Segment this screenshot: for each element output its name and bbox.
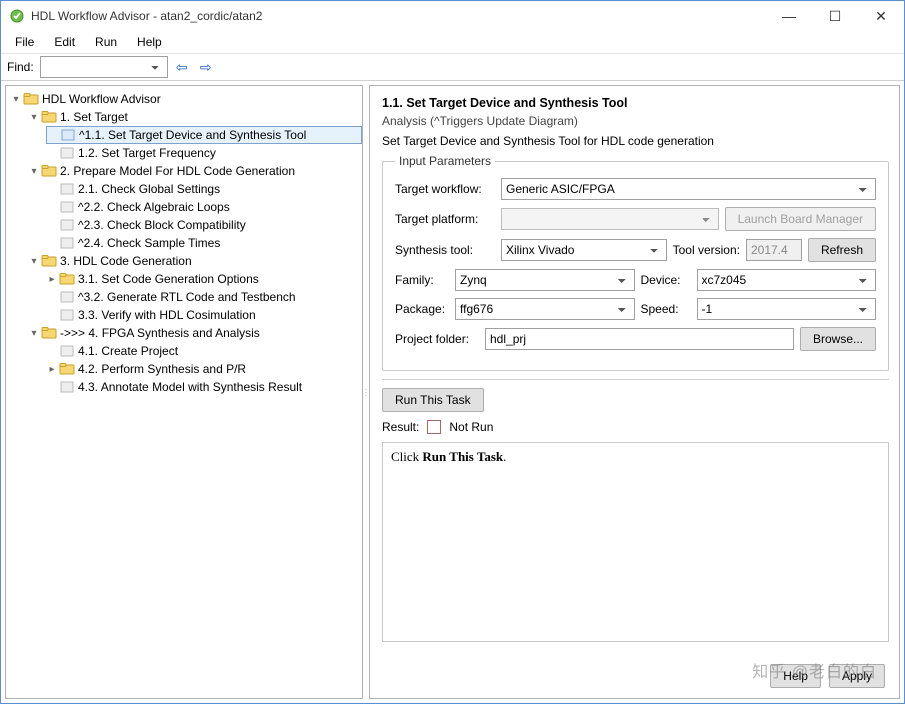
tree-node-2-2[interactable]: ^2.2. Check Algebraic Loops	[46, 198, 362, 216]
app-icon	[9, 8, 25, 24]
maximize-button[interactable]: ☐	[812, 1, 858, 31]
window-controls: — ☐ ✕	[766, 1, 904, 31]
tool-version-label: Tool version:	[673, 243, 740, 257]
tree-node-4-1[interactable]: 4.1. Create Project	[46, 342, 362, 360]
speed-label: Speed:	[641, 302, 691, 316]
tree-node-3[interactable]: ▾ 3. HDL Code Generation	[28, 252, 362, 270]
chevron-down-icon[interactable]: ▾	[28, 256, 40, 267]
tree-pane[interactable]: ▾ HDL Workflow Advisor ▾ 1. Set Target	[5, 85, 363, 699]
folder-icon	[41, 109, 57, 125]
target-platform-label: Target platform:	[395, 212, 495, 226]
target-platform-select	[501, 208, 719, 230]
refresh-button[interactable]: Refresh	[808, 238, 876, 262]
task-icon	[59, 379, 75, 395]
tree-root[interactable]: ▾ HDL Workflow Advisor	[10, 90, 362, 108]
separator	[382, 379, 889, 380]
folder-icon	[41, 325, 57, 341]
device-label: Device:	[641, 273, 691, 287]
content-area: ▾ HDL Workflow Advisor ▾ 1. Set Target	[1, 81, 904, 703]
chevron-down-icon[interactable]: ▾	[10, 94, 22, 105]
find-label: Find:	[7, 60, 34, 74]
minimize-button[interactable]: —	[766, 1, 812, 31]
task-icon	[59, 199, 75, 215]
input-parameters-group: Input Parameters Target workflow: Generi…	[382, 154, 889, 371]
tree-node-1-2[interactable]: 1.2. Set Target Frequency	[46, 144, 362, 162]
folder-icon	[59, 271, 75, 287]
task-icon	[59, 235, 75, 251]
titlebar: HDL Workflow Advisor - atan2_cordic/atan…	[1, 1, 904, 31]
tree-node-1-1[interactable]: ^1.1. Set Target Device and Synthesis To…	[46, 126, 362, 144]
findbar: Find: ⇦ ⇨	[1, 53, 904, 81]
folder-icon	[59, 361, 75, 377]
chevron-down-icon[interactable]: ▾	[28, 166, 40, 177]
synthesis-tool-label: Synthesis tool:	[395, 243, 495, 257]
tree-node-2-1[interactable]: 2.1. Check Global Settings	[46, 180, 362, 198]
menu-help[interactable]: Help	[129, 33, 170, 51]
result-output: Click Run This Task.	[382, 442, 889, 642]
launch-board-manager-button: Launch Board Manager	[725, 207, 876, 231]
menu-edit[interactable]: Edit	[46, 33, 83, 51]
task-icon	[59, 307, 75, 323]
family-select[interactable]: Zynq	[455, 269, 635, 291]
folder-icon	[41, 253, 57, 269]
chevron-right-icon[interactable]: ▸	[46, 274, 58, 285]
tree-node-4[interactable]: ▾ ->>> 4. FPGA Synthesis and Analysis	[28, 324, 362, 342]
tool-version-field	[746, 239, 802, 261]
tree-node-3-1[interactable]: ▸3.1. Set Code Generation Options	[46, 270, 362, 288]
result-label: Result:	[382, 420, 419, 434]
tree-node-1[interactable]: ▾ 1. Set Target	[28, 108, 362, 126]
chevron-right-icon[interactable]: ▸	[46, 364, 58, 375]
close-button[interactable]: ✕	[858, 1, 904, 31]
detail-pane: 1.1. Set Target Device and Synthesis Too…	[369, 85, 900, 699]
task-icon	[59, 217, 75, 233]
apply-button[interactable]: Apply	[829, 664, 885, 688]
tree-node-3-3[interactable]: 3.3. Verify with HDL Cosimulation	[46, 306, 362, 324]
tree-node-3-2[interactable]: ^3.2. Generate RTL Code and Testbench	[46, 288, 362, 306]
tree-node-2-3[interactable]: ^2.3. Check Block Compatibility	[46, 216, 362, 234]
input-parameters-legend: Input Parameters	[395, 154, 495, 168]
help-button[interactable]: Help	[770, 664, 821, 688]
task-icon	[59, 181, 75, 197]
target-workflow-label: Target workflow:	[395, 182, 495, 196]
analysis-note: Analysis (^Triggers Update Diagram)	[382, 114, 889, 128]
project-folder-label: Project folder:	[395, 332, 479, 346]
task-icon	[59, 289, 75, 305]
menu-run[interactable]: Run	[87, 33, 125, 51]
window-title: HDL Workflow Advisor - atan2_cordic/atan…	[31, 9, 766, 23]
panel-title: 1.1. Set Target Device and Synthesis Too…	[382, 96, 889, 110]
tree-node-2[interactable]: ▾ 2. Prepare Model For HDL Code Generati…	[28, 162, 362, 180]
chevron-down-icon[interactable]: ▾	[28, 328, 40, 339]
task-icon	[59, 343, 75, 359]
package-label: Package:	[395, 302, 449, 316]
task-icon	[59, 145, 75, 161]
tree-node-4-3[interactable]: 4.3. Annotate Model with Synthesis Resul…	[46, 378, 362, 396]
menubar: File Edit Run Help	[1, 31, 904, 53]
task-icon	[60, 127, 76, 143]
tree-node-4-2[interactable]: ▸4.2. Perform Synthesis and P/R	[46, 360, 362, 378]
menu-file[interactable]: File	[7, 33, 42, 51]
find-input[interactable]	[40, 56, 168, 78]
browse-button[interactable]: Browse...	[800, 327, 876, 351]
find-prev-button[interactable]: ⇦	[172, 57, 192, 77]
device-select[interactable]: xc7z045	[697, 269, 877, 291]
result-status-icon	[427, 420, 441, 434]
target-workflow-select[interactable]: Generic ASIC/FPGA	[501, 178, 876, 200]
family-label: Family:	[395, 273, 449, 287]
folder-icon	[23, 91, 39, 107]
folder-icon	[41, 163, 57, 179]
project-folder-input[interactable]	[485, 328, 794, 350]
package-select[interactable]: ffg676	[455, 298, 635, 320]
result-value: Not Run	[449, 420, 493, 434]
chevron-down-icon[interactable]: ▾	[28, 112, 40, 123]
find-next-button[interactable]: ⇨	[196, 57, 216, 77]
tree-node-2-4[interactable]: ^2.4. Check Sample Times	[46, 234, 362, 252]
panel-description: Set Target Device and Synthesis Tool for…	[382, 134, 889, 148]
synthesis-tool-select[interactable]: Xilinx Vivado	[501, 239, 667, 261]
run-this-task-button[interactable]: Run This Task	[382, 388, 484, 412]
speed-select[interactable]: -1	[697, 298, 877, 320]
